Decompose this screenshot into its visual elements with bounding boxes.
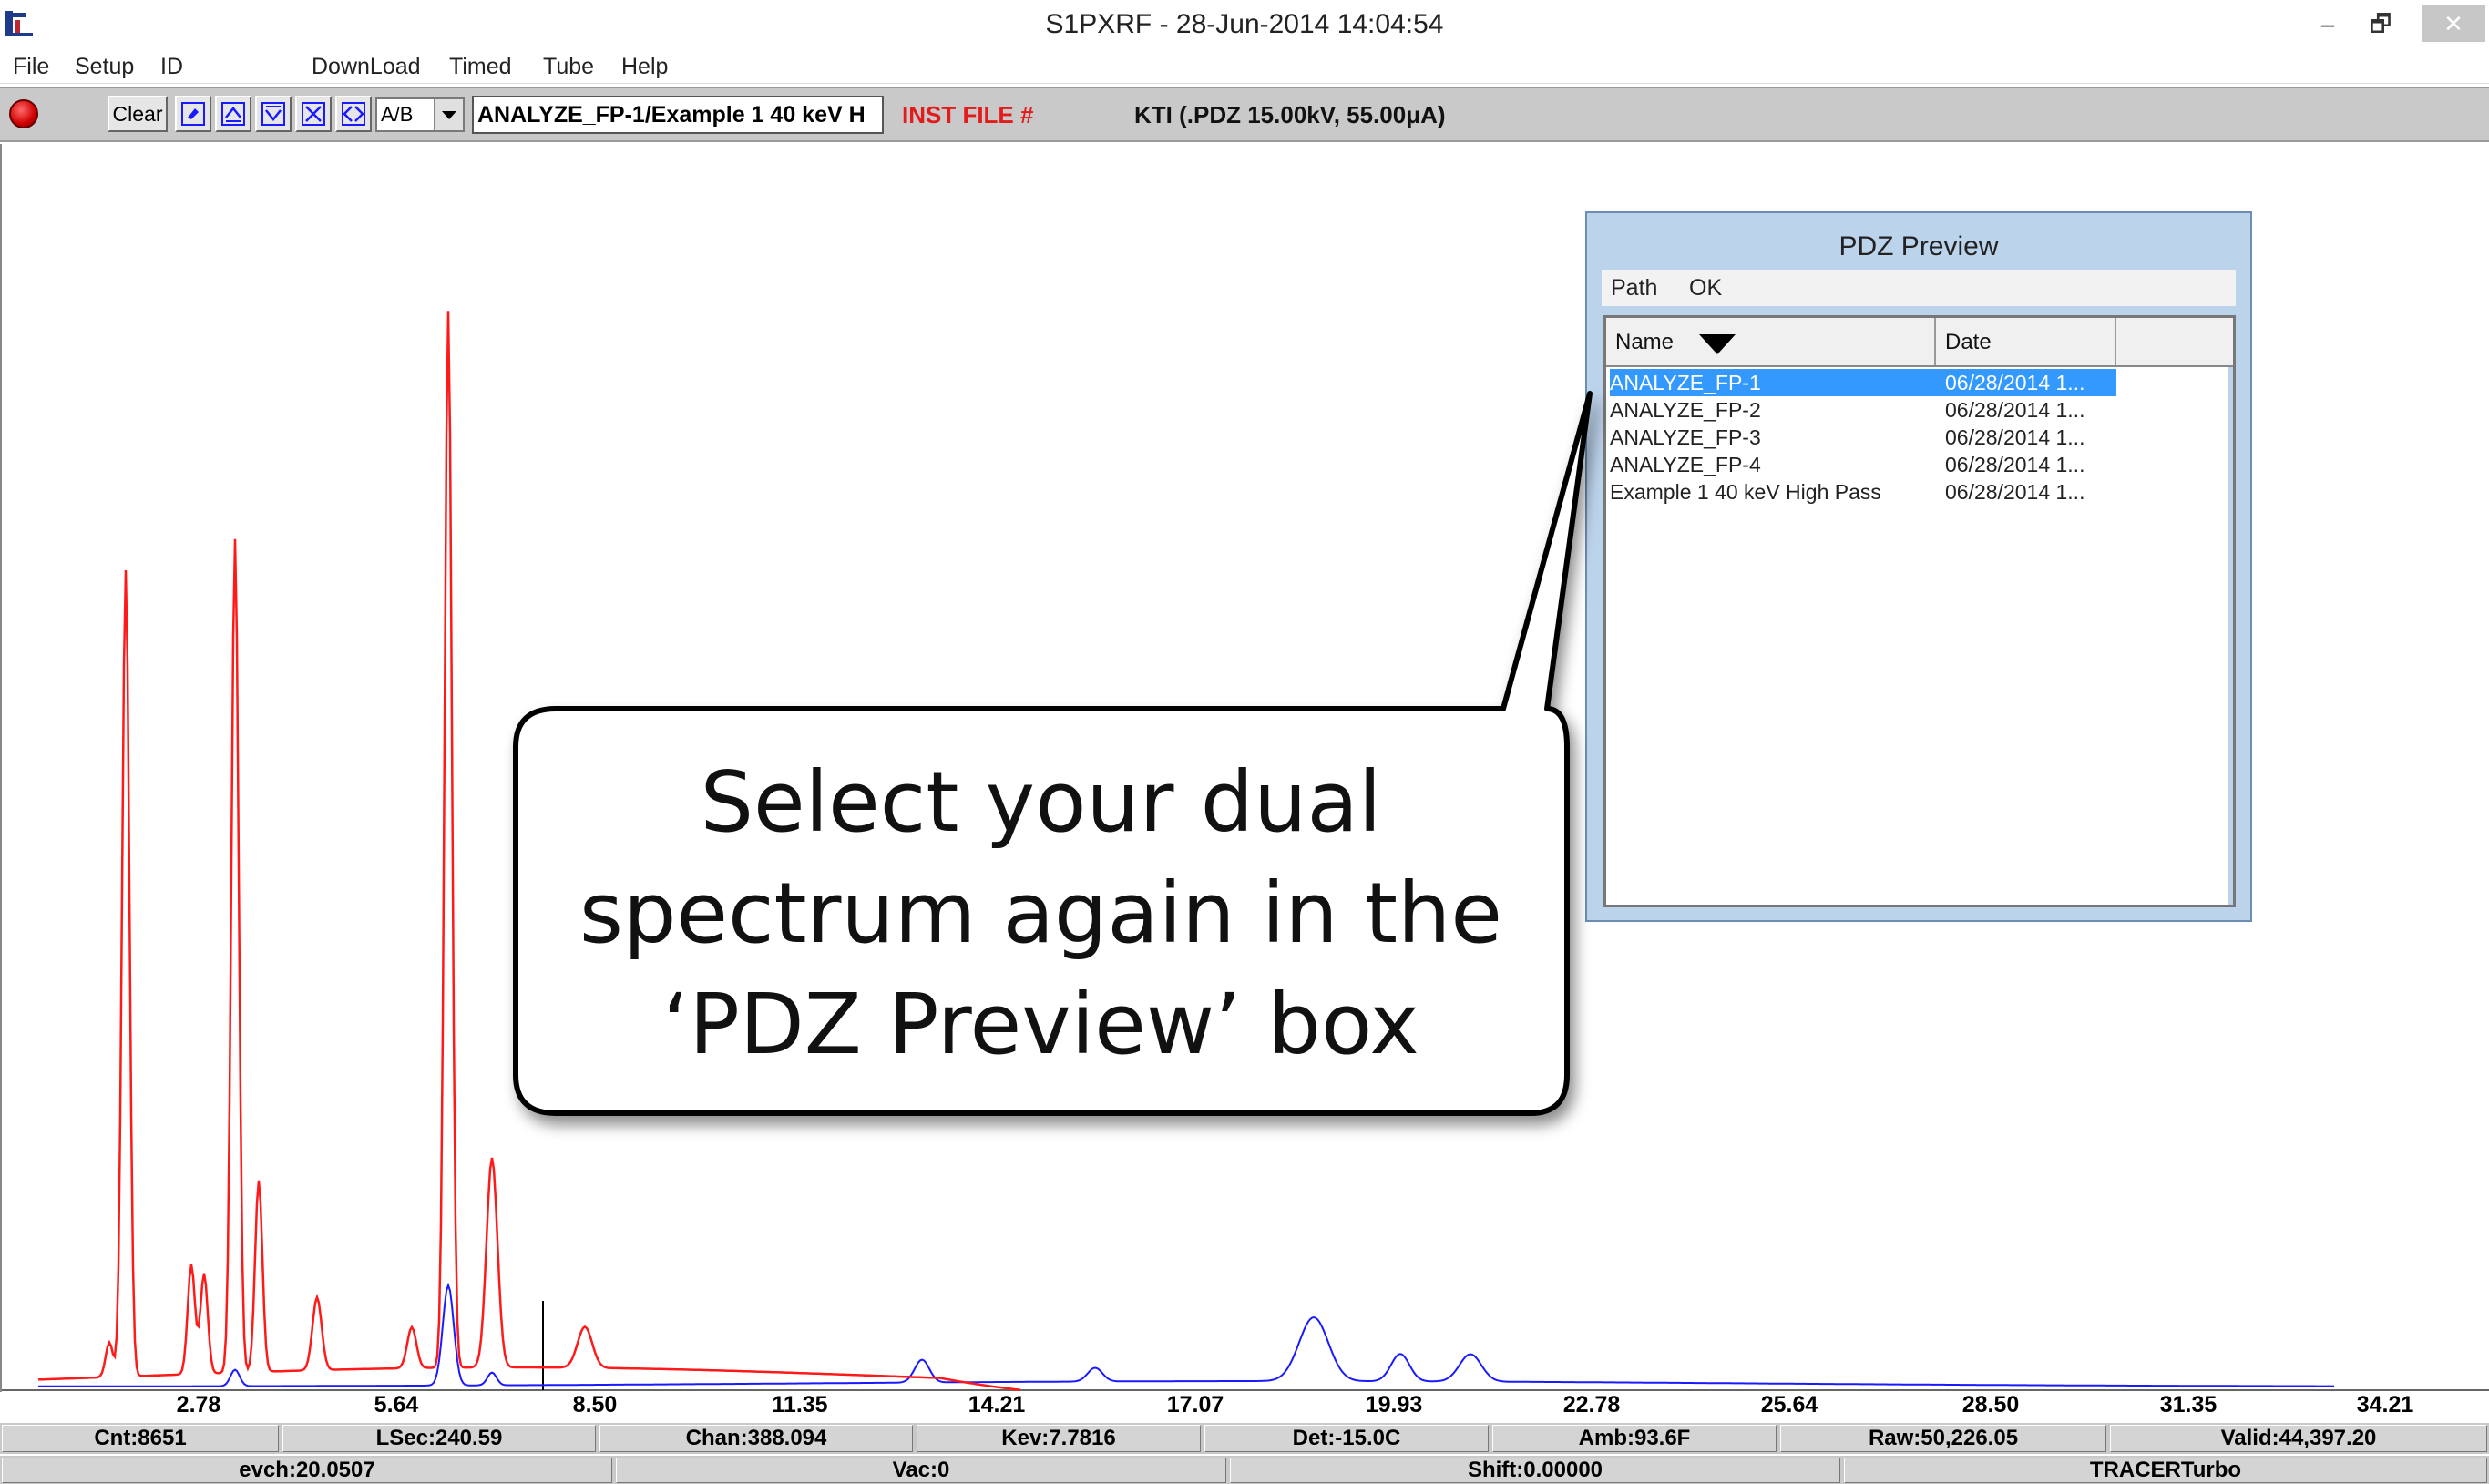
menu-timed[interactable]: Timed: [449, 54, 512, 80]
close-button[interactable]: ✕: [2422, 5, 2485, 42]
restore-button[interactable]: 🗗: [2349, 5, 2412, 42]
x-tick-label: 17.07: [1166, 1392, 1224, 1417]
x-tick-label: 19.93: [1365, 1392, 1423, 1417]
sort-desc-icon[interactable]: [1699, 334, 1736, 354]
status-valid: Valid:44,397.20: [2110, 1425, 2487, 1452]
menu-file[interactable]: File: [13, 54, 49, 80]
list-item-name: ANALYZE_FP-1: [1610, 371, 1761, 394]
x-tick-label: 28.50: [1961, 1392, 2020, 1417]
pdz-preview-window: PDZ Preview Path OK Name Date ANALYZE_FP…: [1585, 211, 2252, 922]
list-item-date: 06/28/2014 1...: [1945, 371, 2085, 394]
scroll-up-icon[interactable]: [215, 96, 251, 132]
minimize-button[interactable]: –: [2305, 5, 2351, 42]
status-raw: Raw:50,226.05: [1780, 1425, 2106, 1452]
x-tick-label: 25.64: [1760, 1392, 1818, 1417]
pdz-file-list[interactable]: Name Date ANALYZE_FP-1 06/28/2014 1... A…: [1603, 315, 2236, 907]
record-icon[interactable]: [9, 99, 38, 128]
ab-select-value: A/B: [381, 103, 414, 126]
list-item[interactable]: ANALYZE_FP-4 06/28/2014 1...: [1610, 451, 2116, 478]
list-item[interactable]: ANALYZE_FP-2 06/28/2014 1...: [1610, 396, 2116, 424]
chevron-down-icon[interactable]: [434, 99, 463, 130]
list-item-name: ANALYZE_FP-2: [1610, 398, 1761, 422]
callout-text: Select your dual spectrum again in the ‘…: [519, 747, 1562, 1080]
status-row-2: evch:20.0507 Vac:0 Shift:0.00000 TRACERT…: [0, 1456, 2489, 1484]
pdz-menu-ok[interactable]: OK: [1689, 275, 1722, 302]
x-tick-label: 22.78: [1562, 1392, 1621, 1417]
status-vac: Vac:0: [616, 1458, 1226, 1483]
zoom-in-icon[interactable]: [295, 96, 332, 132]
list-item-name: Example 1 40 keV High Pass: [1610, 480, 1881, 504]
x-tick-label: 34.21: [2356, 1392, 2414, 1417]
menu-setup[interactable]: Setup: [75, 54, 134, 80]
list-item-name: ANALYZE_FP-3: [1610, 425, 1761, 449]
menu-download[interactable]: DownLoad: [312, 54, 421, 80]
window-title: S1PXRF - 28-Jun-2014 14:04:54: [1045, 9, 1444, 39]
scroll-down-icon[interactable]: [255, 96, 292, 132]
zoom-out-icon[interactable]: [335, 96, 372, 132]
callout-line: spectrum again in the: [579, 865, 1502, 962]
status-cnt: Cnt:8651: [2, 1425, 279, 1452]
menu-bar: File Setup ID DownLoad Timed Tube Help: [0, 51, 2489, 84]
callout-line: ‘PDZ Preview’ box: [662, 976, 1419, 1073]
pdz-menu-path[interactable]: Path: [1611, 275, 1657, 302]
status-evch: evch:20.0507: [2, 1458, 612, 1483]
list-item-date: 06/28/2014 1...: [1945, 425, 2085, 449]
pdz-preview-title: PDZ Preview: [1839, 231, 1999, 261]
pdz-list-header: Name Date: [1606, 318, 2233, 367]
list-item[interactable]: Example 1 40 keV High Pass 06/28/2014 1.…: [1610, 478, 2116, 506]
kti-label: KTI (.PDZ 15.00kV, 55.00μA): [1134, 101, 1446, 128]
clear-button[interactable]: Clear: [108, 96, 168, 132]
list-item-name: ANALYZE_FP-4: [1610, 453, 1761, 476]
x-tick-label: 8.50: [572, 1392, 618, 1417]
menu-tube[interactable]: Tube: [543, 54, 594, 80]
pdz-scrollbar[interactable]: [2228, 367, 2233, 905]
status-device: TRACERTurbo: [1844, 1458, 2487, 1483]
status-det: Det:-15.0C: [1204, 1425, 1489, 1452]
status-chan: Chan:388.094: [599, 1425, 913, 1452]
column-header-name-label: Name: [1615, 330, 1675, 354]
column-header-date[interactable]: Date: [1936, 318, 2116, 365]
status-amb: Amb:93.6F: [1492, 1425, 1777, 1452]
callout-line: Select your dual: [700, 753, 1382, 851]
x-tick-label: 14.21: [968, 1392, 1026, 1417]
file-path-field[interactable]: ANALYZE_FP-1/Example 1 40 keV H: [472, 96, 884, 134]
x-axis: 2.78 5.64 8.50 11.35 14.21 17.07 19.93 2…: [0, 1392, 2489, 1421]
export-icon[interactable]: [175, 96, 211, 132]
title-bar: S1PXRF - 28-Jun-2014 14:04:54 – 🗗 ✕: [0, 0, 2489, 51]
x-tick-label: 11.35: [772, 1392, 828, 1417]
toolbar: Clear A/B ANALYZE_FP-1/Example 1 40 keV …: [0, 87, 2489, 142]
menu-help[interactable]: Help: [621, 54, 668, 80]
menu-id[interactable]: ID: [160, 54, 183, 80]
x-tick-label: 31.35: [2159, 1392, 2218, 1417]
status-kev: Kev:7.7816: [917, 1425, 1201, 1452]
x-tick-label: 5.64: [374, 1392, 419, 1417]
status-row-1: Cnt:8651 LSec:240.59 Chan:388.094 Kev:7.…: [0, 1423, 2489, 1454]
list-item-date: 06/28/2014 1...: [1945, 398, 2085, 422]
status-shift: Shift:0.00000: [1230, 1458, 1840, 1483]
ab-select[interactable]: A/B: [375, 97, 465, 132]
pdz-menu-bar: Path OK: [1602, 270, 2236, 306]
list-item-date: 06/28/2014 1...: [1945, 480, 2085, 504]
x-tick-label: 2.78: [176, 1392, 221, 1417]
inst-file-label: INST FILE #: [902, 101, 1034, 128]
status-lsec: LSec:240.59: [282, 1425, 596, 1452]
list-item[interactable]: ANALYZE_FP-3 06/28/2014 1...: [1610, 424, 2116, 451]
list-item-date: 06/28/2014 1...: [1945, 453, 2085, 476]
list-item[interactable]: ANALYZE_FP-1 06/28/2014 1...: [1610, 369, 2116, 396]
blue-spectrum-series: [37, 1282, 2334, 1387]
column-header-name[interactable]: Name: [1606, 318, 1936, 365]
